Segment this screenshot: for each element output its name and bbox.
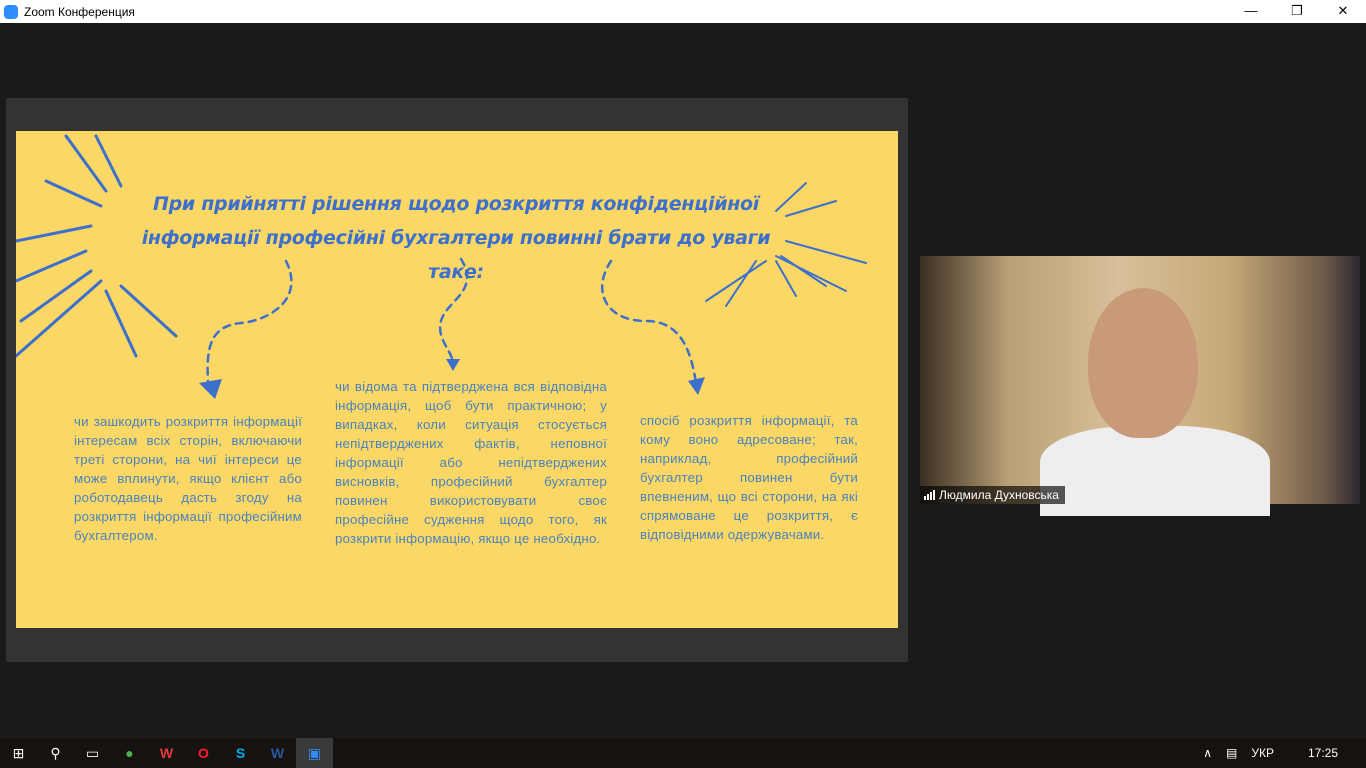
search-icon[interactable]: ⚲	[37, 738, 74, 768]
signal-icon	[924, 490, 935, 500]
notification-icon[interactable]: ▤	[1226, 746, 1237, 760]
taskbar: ⊞ ⚲ ▭ ● W O S W ▣ ∧ ▤ УКР 17:25	[0, 738, 1366, 768]
slide-column-1: чи зашкодить розкриття інформації інтере…	[74, 414, 302, 543]
system-tray: ∧ ▤ УКР 17:25	[1203, 738, 1366, 768]
window-title: Zoom Конференция	[24, 4, 135, 19]
close-button[interactable]: ✕	[1320, 0, 1366, 23]
participant-video[interactable]: Людмила Духновська	[920, 256, 1360, 516]
language-indicator[interactable]: УКР	[1251, 746, 1274, 760]
skype-icon[interactable]: S	[222, 738, 259, 768]
slide-heading: При прийнятті рішення щодо розкриття кон…	[141, 193, 771, 283]
zoom-taskbar-icon[interactable]: ▣	[296, 738, 333, 768]
slide-column-2: чи відома та підтверджена вся відповідна…	[335, 379, 607, 546]
chevron-up-icon[interactable]: ∧	[1203, 746, 1212, 760]
task-view-icon[interactable]: ▭	[74, 738, 111, 768]
chrome-icon[interactable]: ●	[111, 738, 148, 768]
participant-name-tag: Людмила Духновська	[920, 486, 1065, 504]
participant-face	[1088, 288, 1198, 438]
participant-body	[1040, 426, 1270, 516]
restore-button[interactable]: ❐	[1274, 0, 1320, 23]
minimize-button[interactable]: —	[1228, 0, 1274, 23]
participant-name: Людмила Духновська	[939, 488, 1059, 502]
slide-column-3: спосіб розкриття інформації, та кому вон…	[640, 413, 858, 542]
title-bar: Zoom Конференция — ❐ ✕	[0, 0, 1366, 23]
word-icon[interactable]: W	[259, 738, 296, 768]
clock[interactable]: 17:25	[1308, 746, 1338, 760]
zoom-app-icon	[4, 4, 18, 19]
wps-icon[interactable]: W	[148, 738, 185, 768]
opera-icon[interactable]: O	[185, 738, 222, 768]
start-icon[interactable]: ⊞	[0, 738, 37, 768]
presentation-slide: При прийнятті рішення щодо розкриття кон…	[16, 131, 898, 628]
